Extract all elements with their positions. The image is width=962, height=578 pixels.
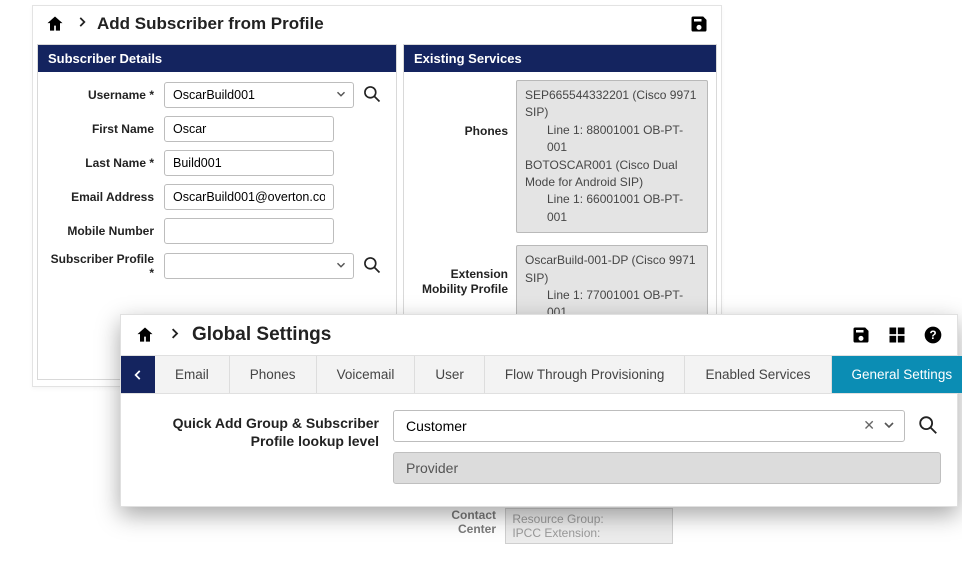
home-icon[interactable] [133, 323, 157, 347]
username-search-icon[interactable] [360, 84, 384, 107]
username-input[interactable] [164, 82, 354, 108]
lastname-input[interactable] [164, 150, 334, 176]
tab-phones[interactable]: Phones [230, 356, 317, 393]
phone-entry: BOTOSCAR001 (Cisco Dual Mode for Android… [525, 158, 678, 189]
help-icon[interactable]: ? [921, 323, 945, 347]
tabs-scroll-left-button[interactable] [121, 356, 155, 393]
gs-tabs: Email Phones Voicemail User Flow Through… [121, 355, 957, 394]
lookup-level-input[interactable] [393, 410, 905, 442]
home-icon[interactable] [43, 12, 67, 36]
save-icon[interactable] [849, 323, 873, 347]
grid-icon[interactable] [885, 323, 909, 347]
tab-enabled-services[interactable]: Enabled Services [685, 356, 831, 393]
tab-user[interactable]: User [415, 356, 485, 393]
mobile-input[interactable] [164, 218, 334, 244]
firstname-input[interactable] [164, 116, 334, 142]
subscriber-details-heading: Subscriber Details [38, 45, 396, 72]
phones-box: SEP665544332201 (Cisco 9971 SIP) Line 1:… [516, 80, 708, 233]
profile-input[interactable] [164, 253, 354, 279]
em-label: Extension Mobility Profile [410, 245, 508, 296]
username-label: Username * [48, 88, 158, 102]
email-label: Email Address [48, 190, 158, 204]
chevron-right-icon [75, 15, 89, 34]
tab-general-settings[interactable]: General Settings [832, 356, 962, 393]
phone-line: Line 1: 66001001 OB-PT-001 [525, 191, 699, 226]
lastname-label: Last Name * [48, 156, 158, 170]
em-entry: OscarBuild-001-DP (Cisco 9971 SIP) [525, 253, 696, 284]
profile-search-icon[interactable] [360, 255, 384, 278]
top-header: Add Subscriber from Profile [33, 6, 721, 44]
cc-box: Resource Group: IPCC Extension: [505, 508, 673, 544]
tab-flow-through-provisioning[interactable]: Flow Through Provisioning [485, 356, 686, 393]
gs-header: Global Settings ? [121, 315, 957, 355]
profile-label: Subscriber Profile * [48, 252, 158, 281]
provider-readonly: Provider [393, 452, 941, 484]
phones-label: Phones [410, 80, 508, 138]
gs-title: Global Settings [192, 324, 331, 346]
existing-services-heading: Existing Services [404, 45, 716, 72]
global-settings-panel: Global Settings ? Email Phones Voicemail… [120, 314, 958, 507]
background-fragment: Contact Center Resource Group: IPCC Exte… [418, 508, 673, 544]
tab-voicemail[interactable]: Voicemail [317, 356, 416, 393]
page-title: Add Subscriber from Profile [97, 14, 324, 34]
chevron-down-icon [881, 417, 897, 436]
lookup-search-icon[interactable] [915, 414, 941, 439]
cc-label: Contact Center [418, 508, 496, 536]
email-input[interactable] [164, 184, 334, 210]
firstname-label: First Name [48, 122, 158, 136]
lookup-level-label: Quick Add Group & Subscriber Profile loo… [137, 410, 379, 484]
save-icon[interactable] [687, 12, 711, 36]
tab-email[interactable]: Email [155, 356, 230, 393]
chevron-right-icon [167, 326, 182, 344]
phone-line: Line 1: 88001001 OB-PT-001 [525, 122, 699, 157]
mobile-label: Mobile Number [48, 224, 158, 238]
svg-text:?: ? [929, 329, 936, 342]
clear-icon[interactable]: ✕ [863, 417, 875, 434]
phone-entry: SEP665544332201 (Cisco 9971 SIP) [525, 88, 696, 119]
